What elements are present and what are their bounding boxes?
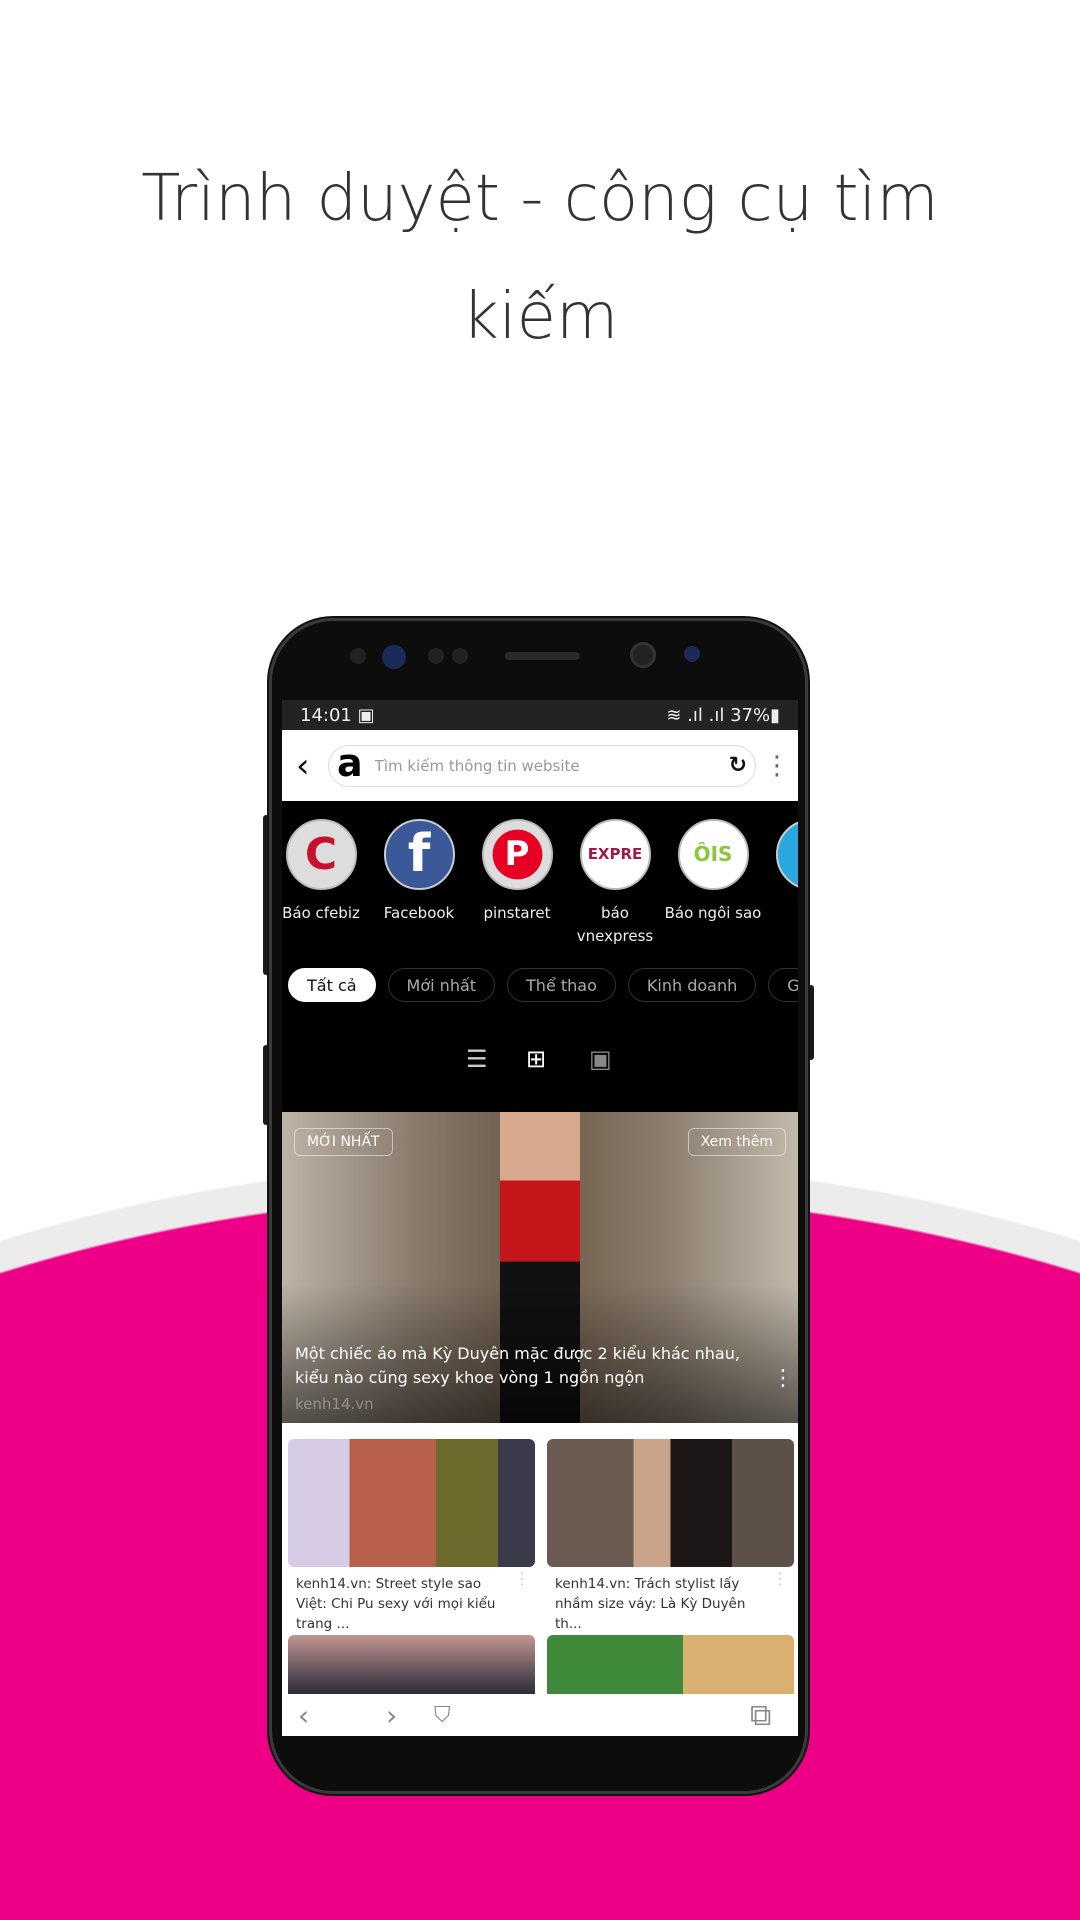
image-icon: ▣	[357, 704, 375, 726]
shortcut-ngoisao[interactable]: ÔIS Báo ngôi sao	[664, 819, 762, 925]
signal-icon: .ıl	[708, 704, 725, 726]
status-time: 14:01	[300, 704, 352, 726]
address-bar: ‹ a ↻ ⋮	[282, 730, 798, 801]
see-more-button[interactable]: Xem thêm	[687, 1128, 786, 1156]
bottom-nav: ‹ › ⛉ ⧉	[282, 1694, 798, 1736]
nav-back-icon[interactable]: ‹	[298, 1699, 309, 1732]
shortcut-row: C Báo cfebiz f Facebook Ppinstaret EXPRE bá…	[282, 801, 798, 971]
sensor-icon	[350, 648, 366, 664]
shortcut-label: Facebook	[383, 904, 455, 922]
category-chips: Tất cả Mới nhất Thể thao Kinh doanh G	[288, 968, 798, 1002]
headline: Trình duyệt - công cụ tìm kiếm	[141, 162, 939, 354]
facebook-logo-icon: f	[383, 819, 455, 890]
article-thumbnail[interactable]	[288, 1635, 535, 1695]
battery-level: 37%	[730, 704, 771, 726]
cfebiz-logo-icon: C	[285, 819, 357, 890]
newest-tag: MỚI NHẤT	[294, 1128, 393, 1156]
shortcut-vnexpress[interactable]: EXPRE báo vnexpress	[566, 819, 664, 948]
article-grid: kenh14.vn: Street style sao Việt: Chi Pu…	[282, 1423, 798, 1695]
chip-more[interactable]: G	[768, 968, 798, 1002]
front-camera-icon	[630, 642, 656, 668]
article-title: Một chiếc áo mà Kỳ Duyên mặc được 2 kiểu…	[295, 1344, 740, 1387]
search-input[interactable]	[374, 756, 729, 775]
article-more-icon[interactable]: ⋮	[772, 1368, 794, 1390]
shortcut-partial[interactable]: z	[762, 819, 798, 925]
article-source: kenh14.vn	[295, 1395, 374, 1413]
list-view-icon[interactable]: ☰	[466, 1045, 488, 1073]
article-thumbnail[interactable]	[547, 1439, 794, 1567]
back-icon[interactable]: ‹	[296, 746, 320, 786]
shortcut-pinterest[interactable]: Ppinstaret	[468, 819, 566, 925]
single-view-icon[interactable]: ▣	[589, 1045, 612, 1073]
featured-article[interactable]: MỚI NHẤT Xem thêm Một chiếc áo mà Kỳ Duy…	[282, 1112, 798, 1423]
article-thumbnail[interactable]	[288, 1439, 535, 1567]
speaker-grille	[505, 652, 580, 660]
pinterest-logo-icon: P	[481, 819, 553, 890]
article-caption[interactable]: kenh14.vn: Trách stylist lấy nhầm size v…	[555, 1574, 770, 1634]
shortcut-label: Báo ngôi sao	[664, 904, 762, 922]
chip-all[interactable]: Tất cả	[288, 968, 376, 1002]
nav-forward-icon[interactable]: ›	[386, 1699, 397, 1732]
view-mode-switch: ☰ ⊞ ▣	[282, 1045, 798, 1075]
article-more-icon[interactable]: ⋮	[772, 1571, 788, 1587]
chip-sports[interactable]: Thể thao	[507, 968, 616, 1002]
article-more-icon[interactable]: ⋮	[514, 1571, 530, 1587]
app-logo: a	[337, 740, 363, 785]
chip-newest[interactable]: Mới nhất	[387, 968, 496, 1002]
status-bar: 14:01 ▣ ≋ .ıl .ıl 37%▮	[282, 700, 798, 730]
sensor-icon	[428, 648, 444, 664]
article-caption[interactable]: kenh14.vn: Street style sao Việt: Chi Pu…	[296, 1574, 511, 1634]
reload-icon[interactable]: ↻	[729, 753, 747, 778]
article-thumbnail[interactable]	[547, 1635, 794, 1695]
battery-icon: ▮	[770, 704, 780, 726]
sensor-icon	[684, 646, 700, 662]
chip-business[interactable]: Kinh doanh	[627, 968, 757, 1002]
more-menu-icon[interactable]: ⋮	[764, 751, 790, 781]
search-box[interactable]: a ↻	[328, 740, 756, 787]
ngoisao-logo-icon: ÔIS	[677, 819, 749, 890]
phone-power-button	[808, 985, 814, 1060]
tabs-icon[interactable]: ⧉	[750, 1698, 771, 1733]
sensor-icon	[452, 648, 468, 664]
sensor-icon	[382, 645, 406, 669]
shortcut-cfebiz[interactable]: C Báo cfebiz	[282, 819, 370, 925]
phone-screen: 14:01 ▣ ≋ .ıl .ıl 37%▮ ‹ a ↻ ⋮ C Báo cfeb…	[282, 700, 798, 1736]
shortcut-label: pinstaret	[483, 904, 551, 922]
grid-view-icon[interactable]: ⊞	[526, 1045, 546, 1073]
vnexpress-logo-icon: EXPRE	[579, 819, 651, 890]
shortcut-facebook[interactable]: f Facebook	[370, 819, 468, 925]
signal-icon: .ıl	[687, 704, 703, 726]
site-logo-icon	[775, 819, 798, 890]
wifi-icon: ≋	[666, 704, 682, 726]
shortcut-label: Báo cfebiz	[282, 904, 360, 922]
shortcut-label: báo vnexpress	[576, 904, 654, 945]
bookmark-icon[interactable]: ⛉	[434, 1703, 451, 1728]
